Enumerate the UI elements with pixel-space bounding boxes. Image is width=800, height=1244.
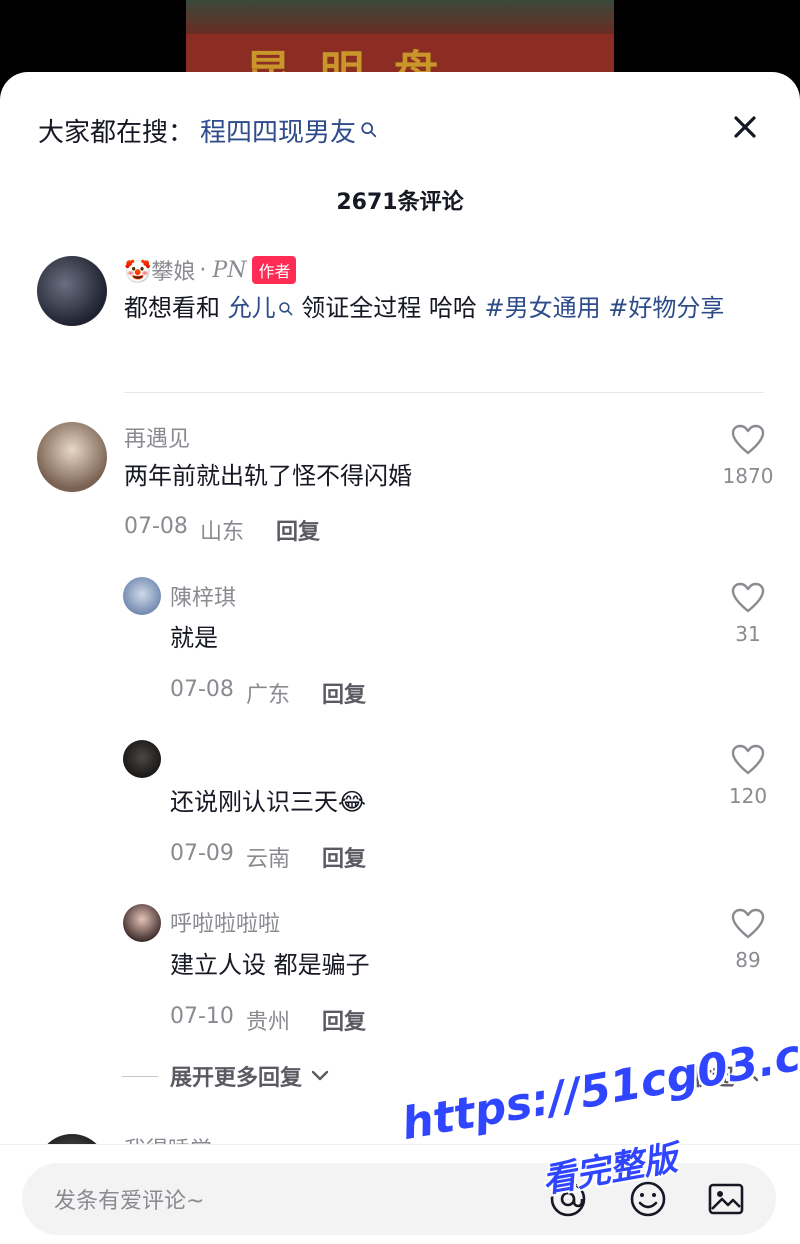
name-separator: · (199, 257, 207, 283)
comment-count: 2671条评论 (336, 190, 464, 215)
collapse-replies-button[interactable]: 收起 (690, 1060, 760, 1092)
avatar[interactable] (37, 422, 107, 492)
comment-location: 云南 (245, 847, 290, 872)
trending-search-prefix: 大家都在搜： (38, 117, 195, 148)
replies-controls: 展开更多回复 收起 (122, 1058, 760, 1094)
image-icon[interactable] (706, 1179, 746, 1219)
comment-location: 广东 (245, 683, 290, 708)
commenter-name[interactable]: 再遇见 (124, 421, 190, 453)
search-icon[interactable] (278, 301, 294, 317)
search-icon[interactable] (360, 121, 378, 139)
trending-search[interactable]: 大家都在搜： 程四四现男友 (38, 110, 378, 150)
divider (122, 1075, 158, 1077)
close-icon[interactable] (730, 112, 760, 142)
like-count: 120 (728, 784, 768, 808)
comment-meta: 07-08 山东 回复 (124, 514, 320, 546)
avatar[interactable] (123, 577, 161, 615)
chevron-down-icon[interactable] (310, 1069, 330, 1083)
commenter-name[interactable]: 陳梓琪 (170, 580, 236, 612)
avatar[interactable] (37, 256, 107, 326)
like-button[interactable]: 31 (718, 582, 778, 646)
comment-text: 就是 (170, 624, 218, 652)
heart-icon[interactable] (731, 582, 765, 614)
emoji-icon[interactable] (628, 1179, 668, 1219)
like-count: 31 (735, 622, 761, 646)
heart-icon[interactable] (731, 744, 765, 776)
heart-icon[interactable] (731, 424, 765, 456)
comment-meta: 07-10 贵州 回复 (170, 1004, 366, 1036)
comment-text-part: 领证全过程 哈哈 (293, 294, 485, 322)
comment-text: 两年前就出轨了怪不得闪婚 (124, 462, 412, 490)
comment-input-bar: 发条有爱评论~ (0, 1144, 800, 1244)
video-preview[interactable]: 昆明盘 (186, 0, 614, 80)
comment-date: 07-08 (170, 677, 234, 702)
author-tag: PN (212, 257, 247, 283)
comment-text: 还说刚认识三天😂 (170, 788, 367, 816)
commenter-name[interactable]: 呼啦啦啦啦 (170, 906, 280, 938)
comment-location: 贵州 (245, 1010, 290, 1035)
author-badge: 作者 (252, 256, 297, 284)
comment-input-placeholder: 发条有爱评论~ (54, 1189, 205, 1214)
reply-button[interactable]: 回复 (322, 677, 366, 709)
reply-button[interactable]: 回复 (322, 1004, 366, 1036)
like-button[interactable]: 120 (718, 744, 778, 808)
comment-meta: 07-09 云南 回复 (170, 841, 366, 873)
like-count: 89 (735, 948, 761, 972)
like-button[interactable]: 1870 (718, 424, 778, 488)
comment-date: 07-08 (124, 514, 188, 539)
like-count: 1870 (722, 464, 774, 488)
hashtag-link[interactable]: #男女通用 (485, 294, 601, 322)
comment-location: 山东 (199, 520, 244, 545)
expand-replies-button[interactable]: 展开更多回复 (170, 1060, 302, 1092)
author-comment-text: 都想看和 允儿 领证全过程 哈哈 #男女通用 #好物分享 (124, 289, 764, 327)
chevron-up-icon (741, 1071, 759, 1082)
heart-icon[interactable] (731, 908, 765, 940)
trending-search-term[interactable]: 程四四现男友 (200, 112, 356, 149)
comment-text-part: 都想看和 (124, 294, 228, 322)
divider (124, 392, 764, 393)
comment-date: 07-09 (170, 841, 234, 866)
author-name-row[interactable]: 🤡攀娘 · PN 作者 (124, 254, 297, 286)
comment-sheet: 大家都在搜： 程四四现男友 2671条评论 🤡攀娘 · PN 作者 都想看和 允… (0, 72, 800, 1244)
collapse-label: 收起 (689, 1066, 734, 1091)
hashtag-link[interactable]: #好物分享 (601, 294, 724, 322)
like-button[interactable]: 89 (718, 908, 778, 972)
author-name[interactable]: 🤡攀娘 (124, 254, 195, 286)
mention-icon[interactable] (548, 1179, 588, 1219)
reply-button[interactable]: 回复 (322, 841, 366, 873)
comment-text: 建立人设 都是骗子 (170, 951, 370, 979)
comment-meta: 07-08 广东 回复 (170, 677, 366, 709)
avatar[interactable] (123, 904, 161, 942)
mention-link[interactable]: 允儿 (228, 294, 276, 322)
avatar[interactable] (123, 740, 161, 778)
comment-input[interactable]: 发条有爱评论~ (22, 1163, 776, 1235)
comment-date: 07-10 (170, 1004, 234, 1029)
reply-button[interactable]: 回复 (276, 514, 320, 546)
